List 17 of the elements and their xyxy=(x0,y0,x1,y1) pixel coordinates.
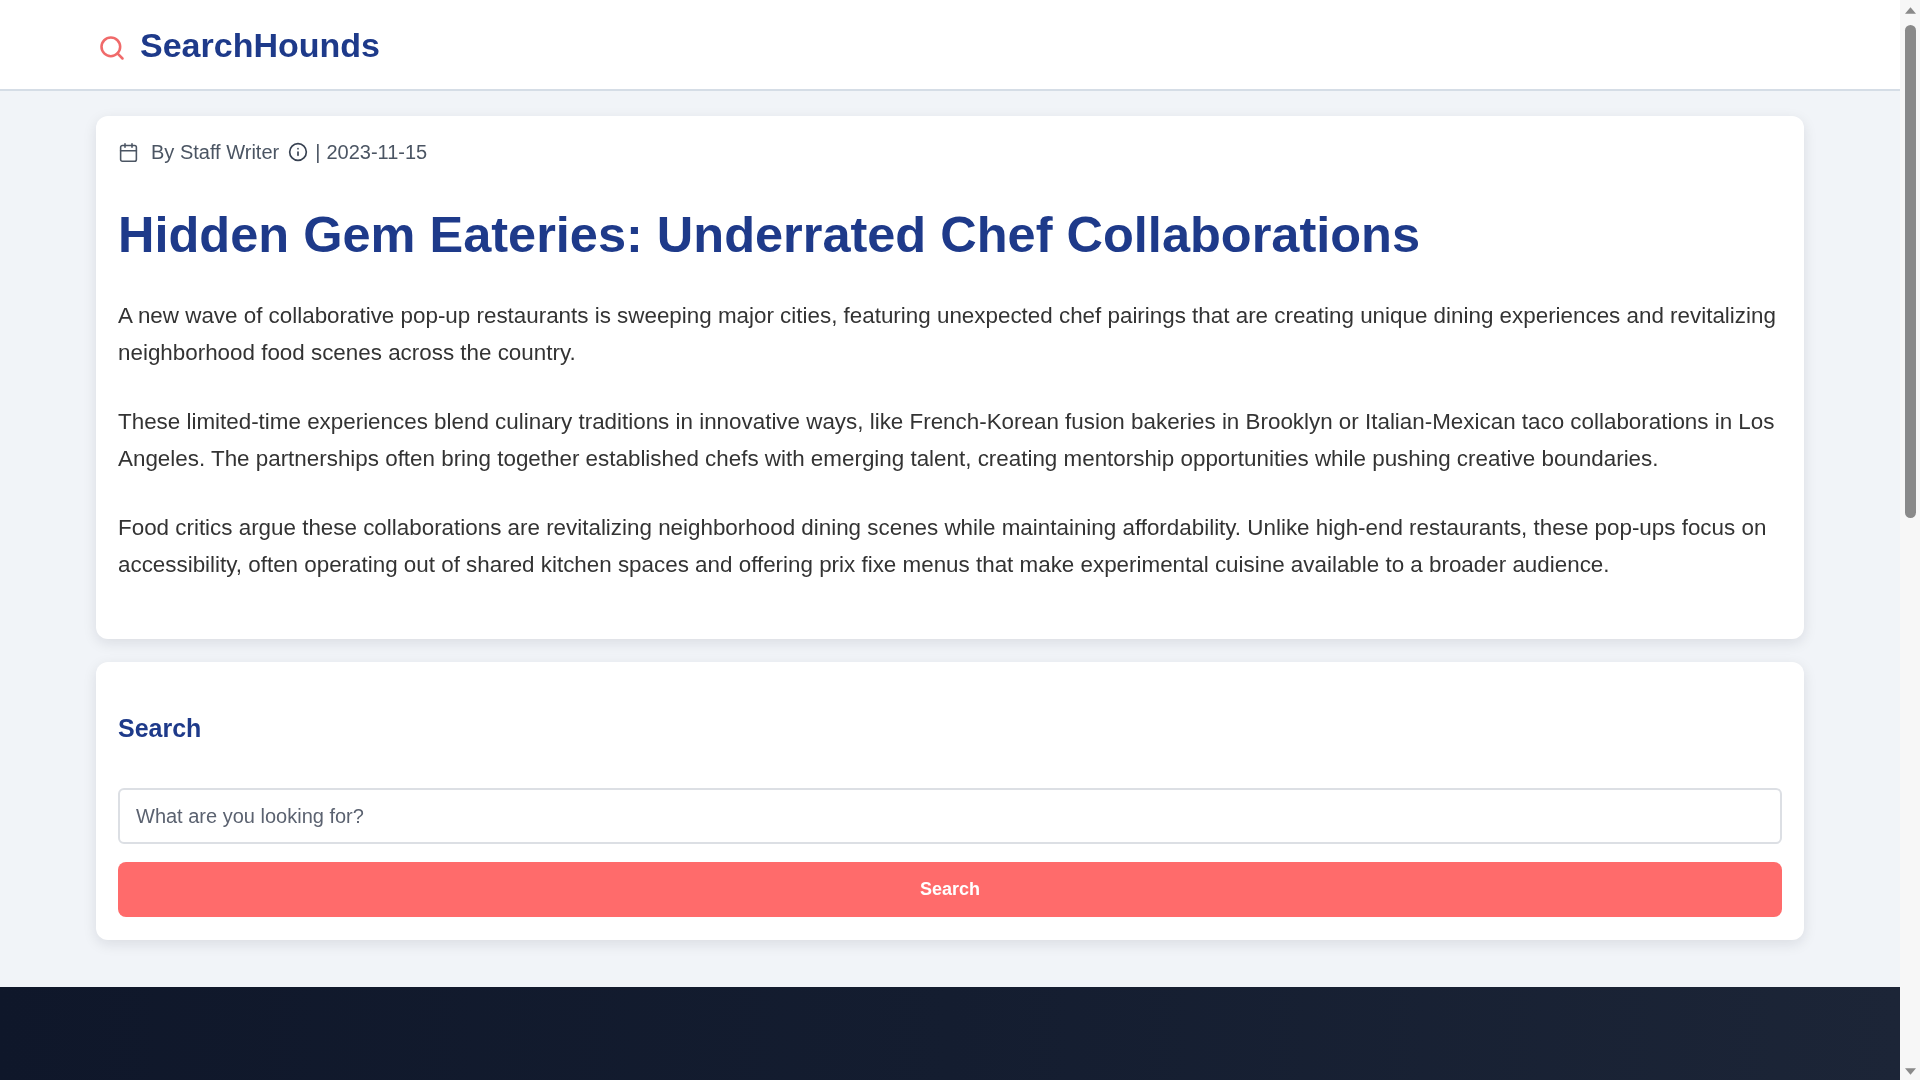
calendar-icon xyxy=(118,141,139,163)
scrollbar-thumb[interactable] xyxy=(1904,25,1916,518)
search-logo-icon xyxy=(98,33,126,62)
scrollbar[interactable] xyxy=(1900,0,1920,1080)
article-paragraph: Food critics argue these collaborations are revitalizing neighborhood dining scenes while maintaining affordability. Unlike high-end restaurants, these pop-ups focus on accessibility, often operating out of shared kitchen spaces and offering prix fixe menus that make experimental cuisine available to a broader audience. xyxy=(118,514,1768,579)
article-date: 2023-11-15 xyxy=(326,140,428,165)
search-heading: Search xyxy=(118,713,203,743)
article-title: Hidden Gem Eateries: Underrated Chef Collaborations xyxy=(118,206,1422,264)
scroll-up-arrow-icon[interactable] xyxy=(1904,7,1916,14)
info-icon xyxy=(288,142,309,162)
article-paragraph: A new wave of collaborative pop-up restaurants is sweeping major cities, featuring unexpected chef pairings that are creating unique dining experiences and revitalizing neighborhood food scenes across the country. xyxy=(118,302,1777,367)
scroll-down-arrow-icon[interactable] xyxy=(1904,1068,1916,1075)
site-logo-text[interactable]: SearchHounds xyxy=(140,27,380,62)
meta-separator: | xyxy=(315,140,321,165)
search-input[interactable]: What are you looking for? xyxy=(118,788,1782,844)
author-text: By Staff Writer xyxy=(151,140,280,165)
article-paragraph: These limited-time experiences blend culinary traditions in innovative ways, like French-Korean fusion bakeries in Brooklyn or Italian-Mexican taco collaborations in Los Angeles. The partnerships often bring together established chefs with emerging talent, creating mentorship opportunities while pushing creative boundaries. xyxy=(118,408,1776,473)
